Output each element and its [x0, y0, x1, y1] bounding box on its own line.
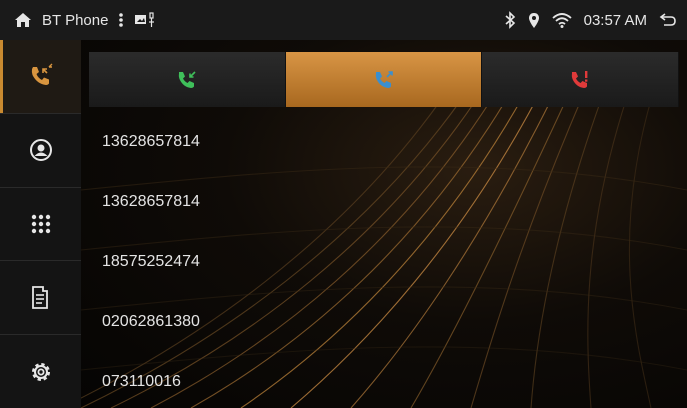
- document-icon: [31, 285, 51, 310]
- sidebar-item-dialpad[interactable]: [0, 188, 81, 262]
- phone-number: 02062861380: [102, 313, 200, 330]
- tab-missed-calls[interactable]: [482, 52, 680, 107]
- call-log-panel: 13628657814 13628657814 18575252474 0206…: [81, 40, 687, 408]
- sidebar: [0, 40, 81, 408]
- settings-icon: [29, 360, 53, 384]
- tab-received-calls[interactable]: [89, 52, 286, 107]
- sidebar-item-contacts[interactable]: [0, 114, 81, 188]
- list-item[interactable]: 18575252474: [81, 232, 687, 292]
- wifi-icon: [552, 12, 572, 28]
- more-vertical-icon[interactable]: [118, 12, 124, 28]
- outgoing-call-icon: [373, 69, 395, 91]
- phone-number: 13628657814: [102, 193, 200, 210]
- sidebar-item-settings[interactable]: [0, 335, 81, 408]
- dialpad-icon: [30, 213, 52, 235]
- status-bar: BT Phone 03:57 AM: [0, 0, 687, 40]
- usb-media-icon: [134, 11, 156, 29]
- missed-call-icon: [569, 69, 591, 91]
- call-type-tabs: [89, 52, 680, 107]
- phone-number: 13628657814: [102, 133, 200, 150]
- call-log-icon: [28, 63, 54, 89]
- list-item[interactable]: 02062861380: [81, 292, 687, 352]
- back-icon[interactable]: [659, 12, 677, 28]
- bluetooth-icon: [504, 11, 516, 29]
- contacts-icon: [29, 138, 53, 162]
- phone-number: 18575252474: [102, 253, 200, 270]
- sidebar-item-phonebook-sync[interactable]: [0, 261, 81, 336]
- list-item[interactable]: 073110016: [81, 352, 687, 408]
- list-item[interactable]: 13628657814: [81, 172, 687, 232]
- incoming-call-icon: [176, 69, 198, 91]
- clock: 03:57 AM: [583, 11, 647, 29]
- home-icon[interactable]: [14, 12, 32, 28]
- sidebar-item-call-log[interactable]: [0, 40, 81, 114]
- call-list: 13628657814 13628657814 18575252474 0206…: [81, 112, 687, 408]
- tab-dialed-calls[interactable]: [285, 52, 483, 107]
- phone-number: 073110016: [102, 373, 181, 390]
- list-item[interactable]: 13628657814: [81, 112, 687, 172]
- location-icon: [528, 12, 540, 29]
- app-title: BT Phone: [42, 11, 109, 29]
